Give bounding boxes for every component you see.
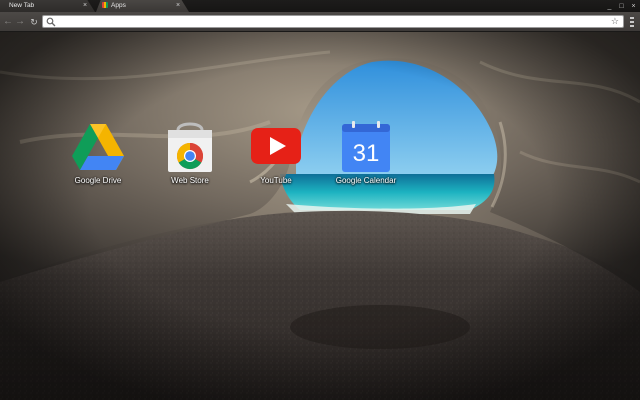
window-controls: _ □ × <box>605 0 638 12</box>
tab-label: Apps <box>111 2 126 9</box>
menu-bar-icon <box>630 17 634 19</box>
maximize-button[interactable]: □ <box>617 2 626 11</box>
google-drive-icon <box>72 124 124 170</box>
apps-favicon-icon <box>102 1 108 8</box>
cave-beach-wallpaper <box>0 32 640 400</box>
new-tab-page: Google Drive Web Store YouTube 31 Google… <box>0 32 640 400</box>
youtube-icon <box>251 128 301 164</box>
back-button[interactable]: ← <box>2 15 14 29</box>
minimize-button[interactable]: _ <box>605 2 614 11</box>
tab-close-icon[interactable]: × <box>83 0 87 12</box>
tab-strip: New Tab × Apps × _ □ × <box>0 0 640 12</box>
forward-button[interactable]: → <box>14 15 26 29</box>
menu-button[interactable] <box>627 16 637 28</box>
menu-bar-icon <box>630 25 634 27</box>
app-tile-web-store[interactable]: Web Store <box>150 120 230 190</box>
app-label: Google Calendar <box>335 176 397 185</box>
app-label: YouTube <box>260 176 292 185</box>
menu-bar-icon <box>630 21 634 23</box>
app-tile-youtube[interactable]: YouTube <box>236 120 316 190</box>
bookmark-star-icon[interactable]: ☆ <box>611 16 619 27</box>
app-tile-google-calendar[interactable]: 31 Google Calendar <box>326 120 406 190</box>
tab-apps[interactable]: Apps × <box>96 0 189 12</box>
google-calendar-icon: 31 <box>342 121 390 172</box>
app-label: Google Drive <box>74 176 122 185</box>
search-icon <box>46 17 56 27</box>
app-tile-google-drive[interactable]: Google Drive <box>58 120 138 190</box>
omnibox[interactable]: ☆ <box>42 15 624 28</box>
browser-toolbar: ← → ↻ ☆ <box>0 12 640 32</box>
tab-new-tab[interactable]: New Tab × <box>0 0 95 12</box>
reload-button[interactable]: ↻ <box>28 15 40 29</box>
address-input[interactable] <box>59 16 599 27</box>
close-window-button[interactable]: × <box>629 2 638 11</box>
chrome-web-store-icon <box>168 122 212 172</box>
tab-close-icon[interactable]: × <box>176 0 180 12</box>
tab-label: New Tab <box>9 2 35 9</box>
calendar-day-number: 31 <box>353 140 380 167</box>
app-label: Web Store <box>171 176 209 185</box>
browser-window: New Tab × Apps × _ □ × ← → ↻ ☆ Google Dr… <box>0 0 640 400</box>
